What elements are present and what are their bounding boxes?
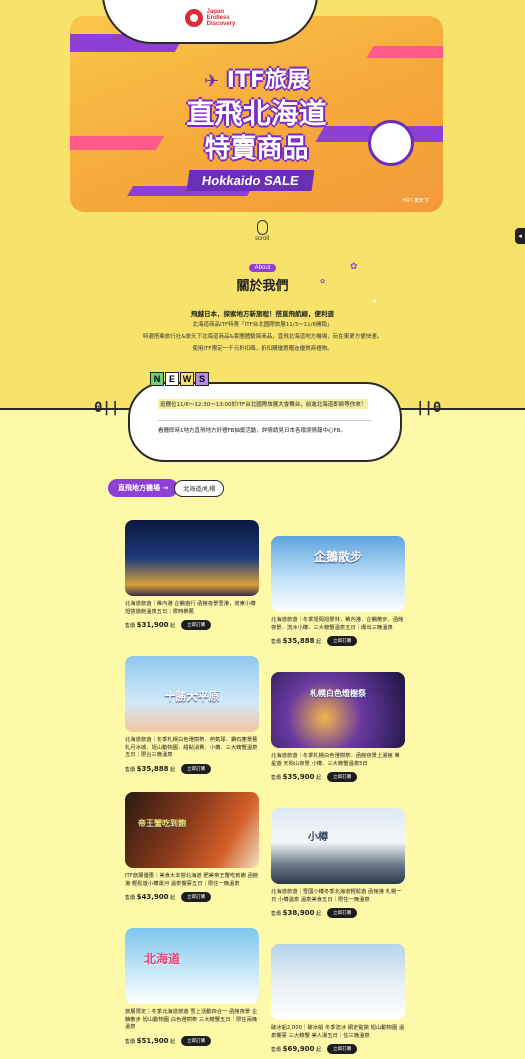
about-section: About 關於我們 飛越日本，探索地方新旅程！搭直飛航線，便利遊 北海道商品I…: [0, 254, 525, 354]
sparkle-icon: ✿: [350, 262, 358, 272]
banner-title-1: ITF旅展: [226, 68, 309, 93]
page: ✈ ITF旅展 直飛北海道 特賣商品 Hokkaido SALE HRT 旅天下…: [0, 0, 525, 1059]
megaphone-icon: [368, 120, 414, 166]
product-image[interactable]: 北海道: [125, 928, 259, 1004]
hook-icon-right: ||0: [416, 400, 442, 416]
product-card[interactable]: 小樽 北海道旅遊｜雪國小樽冬季北海道輕鬆遊 函館港 札幌一日 小樽溫泉 溫泉美食…: [271, 808, 405, 918]
news-letter: E: [165, 372, 179, 386]
side-menu-tab[interactable]: ◂: [515, 228, 525, 244]
plane-icon: ✈: [204, 71, 220, 92]
product-card[interactable]: 帝王蟹吃到飽 ITF旅展優惠｜美食大本營北海道 肥美帝王蟹吃到飽 函館港 輕鬆遊…: [125, 792, 259, 902]
about-headline: 飛越日本，探索地方新旅程！搭直飛航線，便利遊: [191, 310, 334, 318]
product-card[interactable]: 破冰船2,000｜破冰船 冬季流冰 網走監獄 旭山動物園 溫泉饗宴 三大螃蟹 美…: [271, 944, 405, 1054]
book-button[interactable]: 立即訂購: [327, 636, 358, 646]
banner-sale-badge: Hokkaido SALE: [186, 170, 315, 191]
news-letter: W: [180, 372, 194, 386]
book-button[interactable]: 立即訂購: [181, 763, 212, 774]
product-image-label: 小樽: [308, 832, 328, 843]
sparkle-icon: ✦: [372, 298, 378, 305]
product-image[interactable]: [125, 520, 259, 596]
product-image-label: 北海道: [143, 952, 180, 966]
book-button[interactable]: 立即訂購: [181, 892, 212, 902]
section-title: 直飛地方機場 →: [108, 479, 179, 497]
product-price: 售價 $31,900 起: [125, 621, 176, 629]
product-image-label: 帝王蟹吃到飽: [138, 819, 186, 828]
news-panel: 逛攤位11/6～12:30～13:00於ITF台北國際旅展大會舞台，前進北海道即…: [128, 382, 402, 462]
banner-brand: HRT 旅天下: [402, 198, 430, 204]
product-image[interactable]: 十勝大平原: [125, 656, 259, 732]
product-desc: ITF旅展優惠｜美食大本營北海道 肥美帝王蟹吃到飽 函館港 輕鬆遊小樽運河 溫泉…: [125, 873, 259, 887]
product-card[interactable]: 十勝大平原 北海道旅遊｜冬季札幌白色燈樹祭．熱氣球．鑽石塵景藝札月冰城．旭山動物…: [125, 656, 259, 774]
news-letter: N: [150, 372, 164, 386]
about-heading: 關於我們: [236, 279, 289, 294]
mouse-icon: [256, 220, 268, 235]
book-button[interactable]: 立即訂購: [327, 772, 358, 782]
product-card[interactable]: 北海道旅遊｜稚內港 企鵝遊行 函館夜景雪港，道東小樽 旭營旅館溫泉五日｜限時推薦…: [125, 520, 259, 630]
product-desc: 北海道旅遊｜稚內港 企鵝遊行 函館夜景雪港，道東小樽 旭營旅館溫泉五日｜限時推薦: [125, 601, 256, 615]
product-price: 售價 $51,900 起: [125, 1036, 176, 1045]
sparkle-icon: ✿: [320, 278, 326, 285]
product-card[interactable]: 北海道 旅展限定｜冬季北海道旅遊 雪上活動四合一 函館夜景 企鵝散步 旭山動物園…: [125, 928, 259, 1046]
book-button[interactable]: 立即訂購: [327, 908, 358, 918]
news-label: N E W S: [150, 372, 209, 386]
about-line-3: 使用ITF限定一千元折扣碼，折扣購優惠贈送優質商禮物。: [192, 346, 333, 352]
products-section-bg: [0, 410, 525, 1059]
product-desc: 破冰船2,000｜破冰船 冬季流冰 網走監獄 旭山動物園 溫泉饗宴 三大螃蟹 美…: [271, 1025, 405, 1039]
section-tag[interactable]: 直飛地方機場 → 北海道/札幌: [108, 479, 225, 497]
hero-banner[interactable]: ✈ ITF旅展 直飛北海道 特賣商品 Hokkaido SALE HRT 旅天下: [70, 16, 443, 212]
product-desc: 北海道旅遊｜冬季札幌白色燈樹祭．函館夜景上湯館 單星遊 天狗山夜景 小樽．三大螃…: [271, 753, 400, 767]
scroll-label: scroll: [254, 236, 269, 242]
logo-line-3: Discovery: [206, 21, 236, 27]
site-logo[interactable]: Japan Endless Discovery: [102, 0, 318, 44]
product-desc: 旅展限定｜冬季北海道旅遊 雪上活動四合一 函館夜景 企鵝散步 旭山動物園 白色燈…: [125, 1009, 258, 1030]
section-subtitle: 北海道/札幌: [174, 479, 225, 497]
product-price: 售價 $35,888 起: [125, 764, 176, 773]
product-desc: 北海道旅遊｜冬季札幌白色燈樹祭．熱氣球．鑽石塵景藝札月冰城．旭山動物園．甜點消費…: [125, 737, 258, 758]
news-letter: S: [195, 372, 209, 386]
product-image-label: 十勝大平原: [164, 690, 220, 703]
product-price: 售價 $69,900 起: [271, 1045, 322, 1053]
logo-icon: [184, 9, 203, 27]
product-desc: 北海道旅遊｜雪國小樽冬季北海道輕鬆遊 函館港 札幌一日 小樽溫泉 溫泉美食五日｜…: [271, 889, 402, 903]
about-line-1: 北海道商品ITF特賣「ITF台北國際旅展11/3～11/6開跑」: [192, 322, 333, 328]
news-item-2[interactable]: 看攤即時1地方直飛地方好禮FB抽獎活動，詳情請見日本各環境情報中心FB。: [158, 426, 346, 434]
book-button[interactable]: 立即訂購: [327, 1044, 358, 1054]
scroll-indicator[interactable]: scroll: [250, 220, 274, 242]
news-divider: [158, 420, 372, 421]
about-tag: About: [248, 264, 277, 272]
product-image[interactable]: 企鵝散步: [271, 536, 405, 612]
book-button[interactable]: 立即訂購: [181, 1035, 212, 1046]
sparkle-icon: ✦: [296, 342, 302, 349]
product-image[interactable]: 帝王蟹吃到飽: [125, 792, 259, 868]
product-image[interactable]: 札幌白色燈樹祭: [271, 672, 405, 748]
product-image-label: 企鵝散步: [313, 550, 362, 564]
product-card[interactable]: 札幌白色燈樹祭 北海道旅遊｜冬季札幌白色燈樹祭．函館夜景上湯館 單星遊 天狗山夜…: [271, 672, 405, 782]
product-card[interactable]: 企鵝散步 北海道旅遊｜冬季旭岡旭景林，稚內港．企鵝散步．函館夜景．流冰小樽．三大…: [271, 536, 405, 646]
product-desc: 北海道旅遊｜冬季旭岡旭景林，稚內港．企鵝散步．函館夜景．流冰小樽．三大螃蟹溫泉五…: [271, 617, 404, 631]
news-item-1[interactable]: 逛攤位11/6～12:30～13:00於ITF台北國際旅展大會舞台，前進北海道即…: [158, 399, 369, 409]
product-image[interactable]: [271, 944, 405, 1020]
product-price: 售價 $35,900 起: [271, 773, 322, 781]
about-line-2: 特選搭乘旅行社&旅天下北海道商品&套團體驗兩商品，直飛北海道地方機場，玩在東更方…: [142, 334, 383, 340]
book-button[interactable]: 立即訂購: [181, 620, 212, 630]
product-image[interactable]: 小樽: [271, 808, 405, 884]
product-price: 售價 $43,900 起: [125, 893, 176, 901]
hook-icon-left: 0||: [94, 400, 120, 416]
product-price: 售價 $35,888 起: [271, 637, 322, 645]
product-price: 售價 $38,900 起: [271, 909, 322, 917]
product-image-label: 札幌白色燈樹祭: [310, 689, 366, 698]
